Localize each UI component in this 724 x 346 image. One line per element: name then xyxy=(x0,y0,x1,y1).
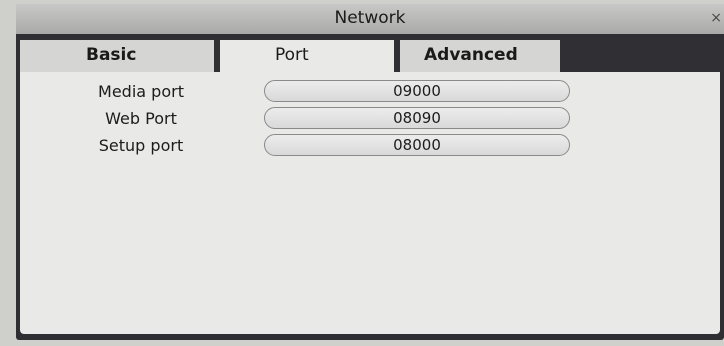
tab-port-label: Port xyxy=(275,45,309,65)
tab-advanced[interactable]: Advanced xyxy=(400,40,560,72)
tab-bar: Basic Port Advanced xyxy=(16,36,724,74)
setup-port-label: Setup port xyxy=(98,136,184,155)
web-port-field[interactable]: 08090 xyxy=(264,107,570,129)
web-port-label: Web Port xyxy=(105,109,177,128)
title-bar: Network × xyxy=(16,4,724,34)
media-port-field[interactable]: 09000 xyxy=(264,80,570,102)
media-port-row: Media port 09000 xyxy=(20,80,720,102)
tab-basic-label: Basic xyxy=(86,45,137,65)
screen-frame: Network × Basic Port Advanced Media port… xyxy=(0,0,724,346)
tab-basic[interactable]: Basic xyxy=(20,40,214,72)
network-dialog: Network × Basic Port Advanced Media port… xyxy=(16,4,724,340)
tab-port[interactable]: Port xyxy=(220,40,394,74)
media-port-label: Media port xyxy=(98,82,184,101)
port-settings-panel: Media port 09000 Web Port 08090 Setup po… xyxy=(20,72,720,334)
web-port-row: Web Port 08090 xyxy=(20,107,720,129)
setup-port-row: Setup port 08000 xyxy=(20,134,720,156)
setup-port-field[interactable]: 08000 xyxy=(264,134,570,156)
tab-advanced-label: Advanced xyxy=(424,45,518,65)
window-title: Network xyxy=(334,8,406,28)
close-icon[interactable]: × xyxy=(710,10,722,26)
